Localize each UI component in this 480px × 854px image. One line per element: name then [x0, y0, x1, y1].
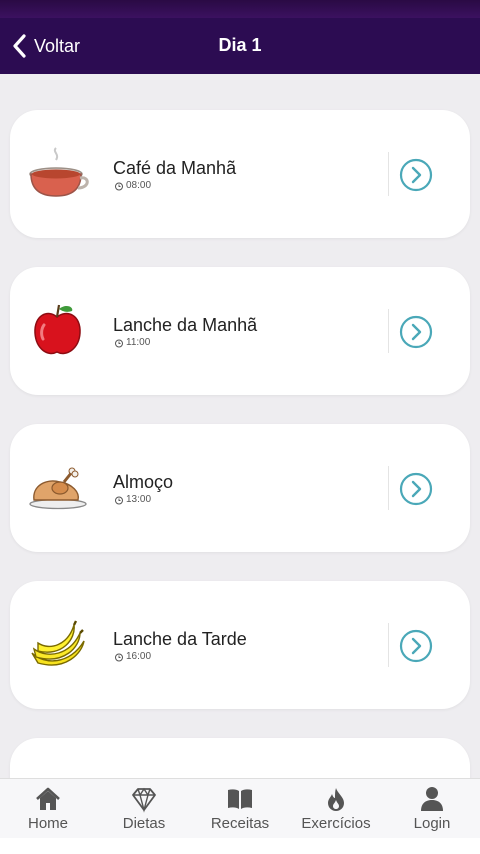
book-icon	[228, 789, 252, 809]
page-title: Dia 1	[218, 35, 262, 55]
tab-label: Exercícios	[301, 815, 371, 832]
user-icon	[421, 787, 443, 811]
chevron-right-circle-icon[interactable]	[399, 158, 433, 192]
meal-card-lunch[interactable]: Almoço 13:00	[10, 424, 470, 552]
divider	[388, 623, 389, 667]
alarm-clock-icon	[115, 339, 123, 347]
tab-exercicios[interactable]: Exercícios	[288, 779, 384, 839]
tab-label: Dietas	[122, 815, 166, 832]
diamond-icon	[132, 787, 156, 813]
meal-card-breakfast[interactable]: Café da Manhã 08:00	[10, 110, 470, 238]
meal-name: Almoço	[113, 472, 174, 492]
tab-label: Receitas	[210, 815, 270, 832]
divider	[388, 466, 389, 510]
tab-label: Home	[27, 815, 68, 832]
meal-name: Lanche da Manhã	[113, 315, 258, 335]
meal-time-value: 08:00	[126, 180, 152, 191]
meal-card-partial[interactable]	[10, 738, 470, 778]
apple-icon	[34, 304, 81, 355]
alarm-clock-icon	[115, 653, 123, 661]
meal-time-value: 11:00	[126, 337, 151, 348]
meal-time: 16:00	[114, 651, 151, 662]
banana-icon	[31, 620, 85, 666]
meal-card-morning-snack[interactable]: Lanche da Manhã 11:00	[10, 267, 470, 395]
chevron-right-circle-icon[interactable]	[399, 629, 433, 663]
tab-label: Login	[413, 815, 451, 832]
tab-home[interactable]: Home	[0, 779, 96, 839]
meal-time: 11:00	[114, 337, 150, 348]
nav-header: Voltar Dia 1	[0, 18, 480, 74]
chevron-right-circle-icon[interactable]	[399, 472, 433, 506]
meal-card-afternoon-snack[interactable]: Lanche da Tarde 16:00	[10, 581, 470, 709]
meal-time-value: 13:00	[126, 494, 152, 505]
home-icon	[36, 787, 60, 810]
meal-time: 08:00	[114, 180, 151, 191]
alarm-clock-icon	[115, 182, 123, 190]
tab-bar: Home Dietas Receitas Exercícios Login	[0, 778, 480, 838]
roast-chicken-icon	[29, 467, 87, 510]
chevron-right-circle-icon[interactable]	[399, 315, 433, 349]
flame-icon	[328, 788, 344, 811]
tab-dietas[interactable]: Dietas	[96, 779, 192, 839]
divider	[388, 152, 389, 196]
meal-time-value: 16:00	[126, 651, 152, 662]
coffee-cup-icon	[29, 147, 89, 197]
status-bar	[0, 0, 480, 18]
alarm-clock-icon	[115, 496, 123, 504]
divider	[388, 309, 389, 353]
meal-list[interactable]: Café da Manhã 08:00 Lanche da Manhã 11:0…	[0, 74, 480, 778]
tab-receitas[interactable]: Receitas	[192, 779, 288, 839]
meal-name: Lanche da Tarde	[113, 629, 247, 649]
meal-name: Café da Manhã	[113, 158, 237, 178]
meal-time: 13:00	[114, 494, 151, 505]
home-indicator-area	[0, 838, 480, 854]
tab-login[interactable]: Login	[384, 779, 480, 839]
